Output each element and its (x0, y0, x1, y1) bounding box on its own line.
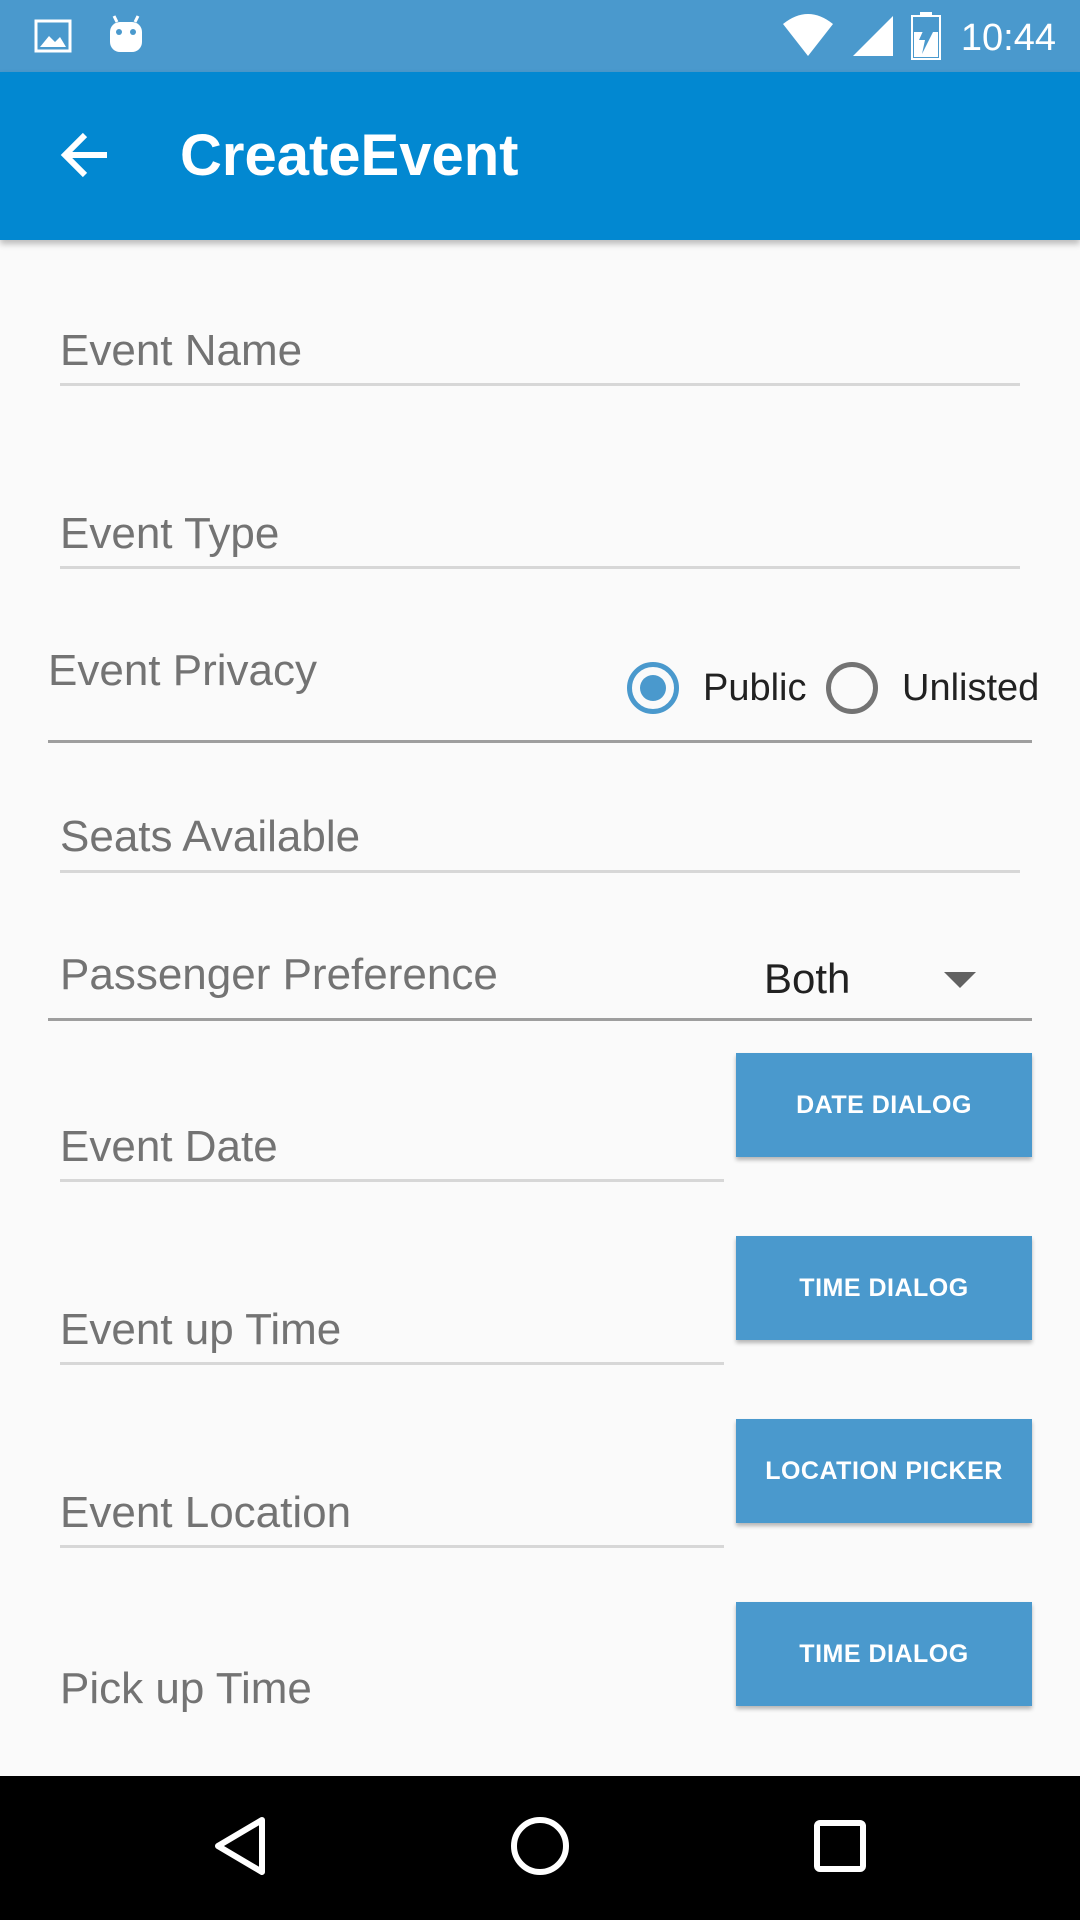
passenger-preference-divider (48, 1018, 1032, 1021)
app-bar: CreateEvent (0, 72, 1080, 240)
radio-public-label: Public (703, 666, 807, 709)
pick-up-time-label: Pick up Time (60, 1664, 312, 1713)
event-type-underline (60, 566, 1020, 569)
navigation-bar (0, 1776, 1080, 1920)
event-name-input[interactable] (60, 316, 1020, 386)
back-triangle-icon (210, 1814, 270, 1883)
seats-available-field[interactable] (60, 801, 1020, 873)
wifi-icon (781, 14, 835, 63)
arrow-left-icon (59, 131, 111, 184)
android-icon (106, 14, 146, 63)
status-left-icons (34, 14, 146, 63)
nav-home-button[interactable] (490, 1798, 590, 1898)
status-right-icons: 10:44 (781, 12, 1056, 65)
nav-back-button[interactable] (190, 1798, 290, 1898)
radio-unlisted[interactable]: Unlisted (826, 662, 1039, 714)
recents-square-icon (812, 1818, 868, 1879)
event-type-field[interactable] (60, 499, 1020, 569)
event-location-field[interactable] (60, 1478, 724, 1548)
radio-unlisted-label: Unlisted (902, 666, 1040, 709)
dropdown-arrow-icon (944, 972, 976, 988)
event-name-underline (60, 383, 1020, 386)
event-name-field[interactable] (60, 316, 1020, 386)
event-up-time-input[interactable] (60, 1295, 724, 1365)
signal-icon (851, 14, 895, 63)
radio-public[interactable]: Public (627, 662, 807, 714)
date-dialog-button[interactable]: DATE DIALOG (736, 1053, 1032, 1157)
page-title: CreateEvent (180, 123, 519, 188)
event-date-underline (60, 1179, 724, 1182)
battery-charging-icon (910, 12, 941, 65)
event-type-input[interactable] (60, 499, 1020, 569)
event-date-input[interactable] (60, 1112, 724, 1182)
event-date-field[interactable] (60, 1112, 724, 1182)
status-time: 10:44 (960, 17, 1056, 59)
pick-up-time-dialog-button[interactable]: TIME DIALOG (736, 1602, 1032, 1706)
back-button[interactable] (40, 112, 130, 202)
radio-public-circle[interactable] (627, 662, 679, 714)
passenger-preference-dropdown[interactable]: Both (752, 946, 988, 1012)
event-location-underline (60, 1545, 724, 1548)
image-icon (34, 17, 72, 60)
event-up-time-underline (60, 1362, 724, 1365)
home-circle-icon (508, 1814, 572, 1883)
event-privacy-label: Event Privacy (48, 646, 317, 695)
seats-available-underline (60, 870, 1020, 873)
event-up-time-field[interactable] (60, 1295, 724, 1365)
status-bar: 10:44 (0, 0, 1080, 72)
event-privacy-divider (48, 740, 1032, 743)
nav-recents-button[interactable] (790, 1798, 890, 1898)
passenger-preference-label: Passenger Preference (60, 950, 498, 999)
location-picker-button[interactable]: LOCATION PICKER (736, 1419, 1032, 1523)
passenger-preference-value: Both (764, 955, 851, 1002)
radio-unlisted-circle[interactable] (826, 662, 878, 714)
seats-available-input[interactable] (60, 801, 1020, 873)
event-location-input[interactable] (60, 1478, 724, 1548)
time-dialog-button[interactable]: TIME DIALOG (736, 1236, 1032, 1340)
